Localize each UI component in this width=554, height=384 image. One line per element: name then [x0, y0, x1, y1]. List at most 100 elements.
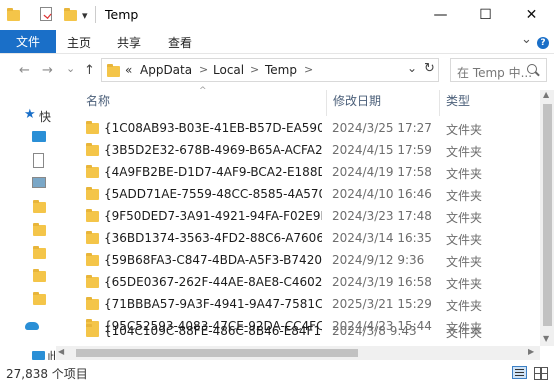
- file-type: 文件夹: [446, 326, 483, 340]
- file-type: 文件夹: [446, 277, 483, 291]
- file-modified: 2024/3/23 17:48: [332, 209, 432, 223]
- search-placeholder: 在 Temp 中...: [457, 66, 533, 80]
- window-title: Temp: [105, 7, 139, 22]
- list-item[interactable]: {3B5D2E32-678B-4969-B65A-ACFA25... 2024/4…: [80, 140, 540, 162]
- file-name: {3B5D2E32-678B-4969-B65A-ACFA25...: [104, 143, 322, 157]
- expand-ribbon-icon[interactable]: ⌄: [521, 32, 532, 47]
- column-divider[interactable]: [439, 90, 440, 116]
- folder-icon: [86, 275, 99, 288]
- breadcrumb-separator: >: [250, 63, 260, 76]
- file-type: 文件夹: [446, 233, 483, 247]
- desktop-icon[interactable]: [32, 131, 46, 142]
- scroll-up-icon[interactable]: ▲: [543, 90, 549, 99]
- list-item[interactable]: {59B68FA3-C847-4BDA-A5F3-B74204... 2024/9…: [80, 250, 540, 272]
- list-item[interactable]: {104C109C-88FE-486C-8B46-E84F1CF... 2024/…: [80, 320, 540, 342]
- folder-icon[interactable]: [33, 292, 46, 305]
- tab-home[interactable]: 主页: [67, 34, 91, 51]
- file-type: 文件夹: [446, 167, 483, 181]
- file-modified: 2024/9/12 9:36: [332, 253, 425, 267]
- column-divider[interactable]: [326, 90, 327, 116]
- breadcrumb-local[interactable]: Local: [213, 63, 244, 77]
- quick-access-dropdown-icon[interactable]: ▾: [82, 9, 88, 22]
- title-divider: [95, 6, 96, 23]
- tab-share[interactable]: 共享: [117, 34, 141, 51]
- folder-icon: [86, 209, 99, 222]
- folder-icon: [86, 297, 99, 310]
- folder-icon: [86, 231, 99, 244]
- properties-icon[interactable]: [40, 7, 52, 21]
- folder-icon[interactable]: [33, 246, 46, 259]
- star-icon[interactable]: ★: [24, 107, 36, 122]
- new-folder-icon[interactable]: [64, 8, 77, 21]
- help-icon[interactable]: ?: [537, 37, 549, 49]
- search-icon[interactable]: [527, 64, 540, 77]
- file-name: {36BD1374-3563-4FD2-88C6-A76060...: [104, 231, 322, 245]
- maximize-button[interactable]: ☐: [463, 0, 508, 30]
- folder-icon[interactable]: [33, 223, 46, 236]
- onedrive-icon[interactable]: [25, 322, 39, 330]
- search-box[interactable]: 在 Temp 中...: [450, 58, 547, 82]
- up-button[interactable]: ↑: [84, 63, 95, 78]
- file-type: 文件夹: [446, 145, 483, 159]
- tab-file[interactable]: 文件: [0, 30, 56, 53]
- file-name: {59B68FA3-C847-4BDA-A5F3-B74204...: [104, 253, 322, 267]
- list-item[interactable]: {9F50DED7-3A91-4921-94FA-F02E9F5... 2024/…: [80, 206, 540, 228]
- folder-icon: [86, 253, 99, 266]
- pictures-icon[interactable]: [32, 177, 46, 188]
- folder-icon: [86, 143, 99, 156]
- breadcrumb-temp[interactable]: Temp: [265, 63, 297, 77]
- large-icons-view-icon[interactable]: [533, 366, 548, 380]
- list-item[interactable]: {5ADD71AE-7559-48CC-8585-4A5701... 2024/4…: [80, 184, 540, 206]
- column-header-name[interactable]: 名称: [86, 92, 110, 109]
- folder-icon[interactable]: [33, 269, 46, 282]
- folder-icon: [86, 165, 99, 178]
- breadcrumb-appdata[interactable]: AppData: [140, 63, 192, 77]
- file-type: 文件夹: [446, 211, 483, 225]
- file-name: {71BBBA57-9A3F-4941-9A47-7581C7...: [104, 297, 322, 311]
- folder-icon: [86, 121, 99, 134]
- item-count: 27,838 个项目: [6, 367, 88, 381]
- list-item[interactable]: {4A9FB2BE-D1D7-4AF9-BCA2-E188D3... 2024/4…: [80, 162, 540, 184]
- folder-app-icon: [7, 8, 20, 21]
- file-modified: 2024/4/19 17:58: [332, 165, 432, 179]
- close-button[interactable]: ✕: [509, 0, 554, 30]
- file-name: {1C08AB93-B03E-41EB-B57D-EA5900...: [104, 121, 322, 135]
- file-modified: 2025/3/21 15:29: [332, 297, 432, 311]
- scroll-down-icon[interactable]: ▼: [543, 334, 549, 343]
- file-name: {65DE0367-262F-44AE-8AE8-C46023...: [104, 275, 322, 289]
- address-dropdown-icon[interactable]: ⌄: [407, 61, 417, 75]
- file-type: 文件夹: [446, 255, 483, 269]
- horizontal-scroll-thumb[interactable]: [76, 349, 358, 357]
- file-modified: 2024/3/19 16:58: [332, 275, 432, 289]
- refresh-icon[interactable]: ↻: [424, 61, 435, 76]
- details-view-icon[interactable]: [512, 366, 527, 379]
- quick-access-label[interactable]: 快: [39, 108, 51, 125]
- forward-button[interactable]: →: [42, 63, 53, 78]
- address-overflow[interactable]: «: [125, 63, 132, 77]
- column-header-modified[interactable]: 修改日期: [333, 92, 381, 109]
- back-button[interactable]: ←: [19, 63, 30, 78]
- scroll-right-icon[interactable]: ▶: [528, 347, 534, 356]
- recent-locations-button[interactable]: ⌄: [66, 62, 75, 75]
- vertical-scroll-thumb[interactable]: [543, 104, 552, 326]
- folder-icon[interactable]: [33, 200, 46, 213]
- document-icon[interactable]: [33, 153, 44, 168]
- list-item[interactable]: {71BBBA57-9A3F-4941-9A47-7581C7... 2025/3…: [80, 294, 540, 316]
- column-header-type[interactable]: 类型: [446, 92, 470, 109]
- sort-arrow-icon: ^: [199, 86, 207, 96]
- list-item[interactable]: {36BD1374-3563-4FD2-88C6-A76060... 2024/3…: [80, 228, 540, 250]
- tab-view[interactable]: 查看: [168, 34, 192, 51]
- file-name: {5ADD71AE-7559-48CC-8585-4A5701...: [104, 187, 322, 201]
- navigation-pane: [0, 90, 55, 360]
- this-pc-icon[interactable]: [32, 351, 45, 360]
- folder-icon: [86, 324, 99, 337]
- folder-icon: [86, 187, 99, 200]
- list-item[interactable]: {65DE0367-262F-44AE-8AE8-C46023... 2024/3…: [80, 272, 540, 294]
- list-item[interactable]: {1C08AB93-B03E-41EB-B57D-EA5900... 2024/3…: [80, 118, 540, 140]
- file-type: 文件夹: [446, 123, 483, 137]
- file-name: {104C109C-88FE-486C-8B46-E84F1CF...: [104, 324, 322, 338]
- scroll-left-icon[interactable]: ◀: [58, 347, 64, 356]
- file-modified: 2024/3/25 17:27: [332, 121, 432, 135]
- minimize-button[interactable]: —: [418, 0, 463, 30]
- breadcrumb-separator: >: [304, 63, 314, 76]
